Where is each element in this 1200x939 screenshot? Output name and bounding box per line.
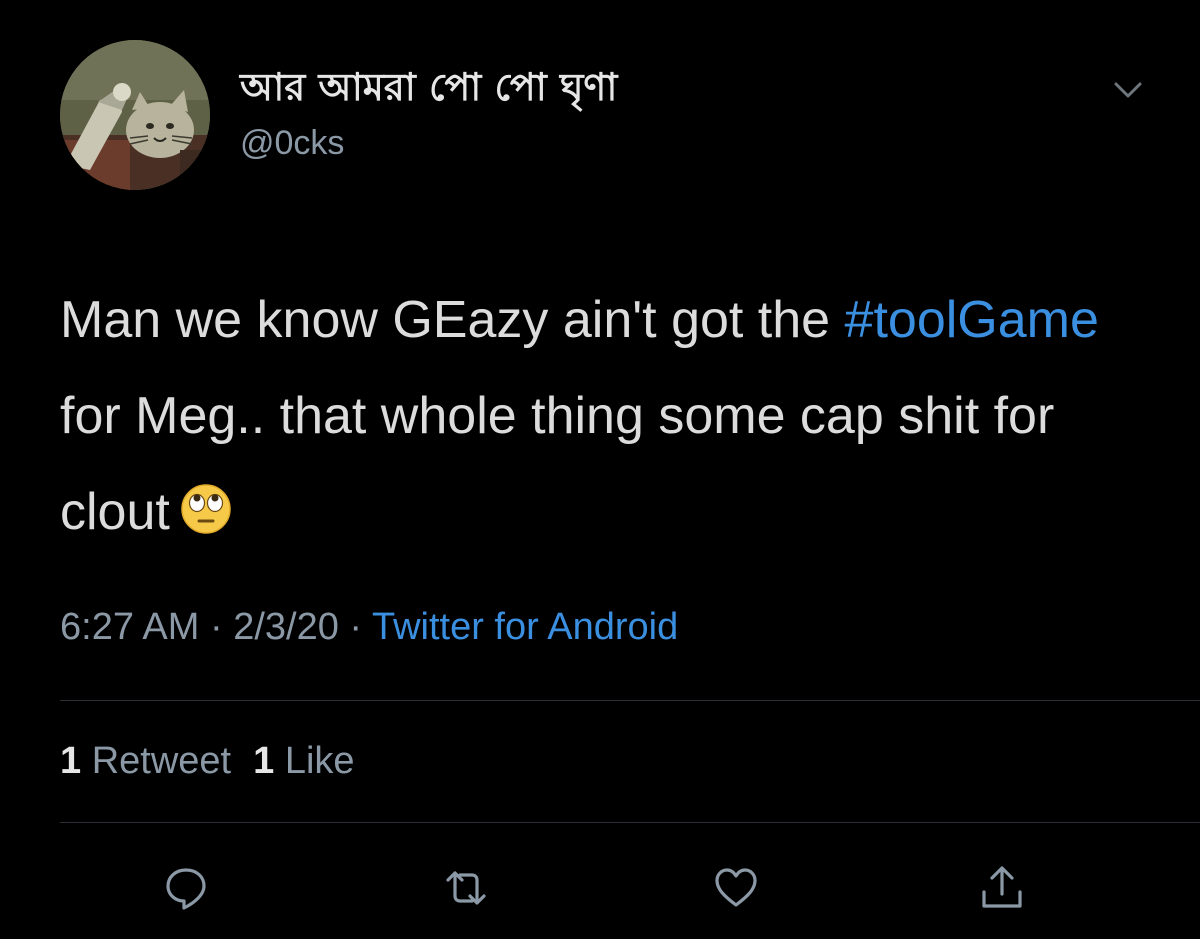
meta-separator: · bbox=[349, 606, 363, 648]
retweets-stat[interactable]: 1 Retweet bbox=[60, 740, 231, 782]
retweets-label: Retweet bbox=[91, 740, 232, 782]
retweets-count: 1 bbox=[60, 740, 82, 782]
tweet-date: 2/3/20 bbox=[233, 606, 339, 648]
tweet-stats: 1 Retweet 1 Like bbox=[60, 740, 355, 783]
tweet-card: আর আমরা পো পো ঘৃণা @0cks Man we know GEa… bbox=[0, 0, 1200, 939]
share-icon[interactable] bbox=[978, 864, 1026, 912]
likes-label: Like bbox=[284, 740, 355, 782]
tweet-time: 6:27 AM bbox=[60, 606, 200, 648]
avatar[interactable] bbox=[60, 40, 210, 190]
likes-count: 1 bbox=[253, 740, 275, 782]
like-icon[interactable] bbox=[712, 864, 760, 912]
face-with-rolling-eyes-icon bbox=[180, 470, 232, 534]
user-handle[interactable]: @0cks bbox=[240, 124, 344, 163]
tweet-text: Man we know GEazy ain't got the #toolGam… bbox=[60, 272, 1150, 560]
reply-icon[interactable] bbox=[162, 864, 210, 912]
retweet-icon[interactable] bbox=[442, 864, 490, 912]
tweet-text-part1: Man we know GEazy ain't got the bbox=[60, 291, 845, 349]
chevron-down-icon[interactable] bbox=[1108, 70, 1148, 110]
divider bbox=[60, 822, 1200, 823]
avatar-image bbox=[60, 40, 210, 190]
meta-separator: · bbox=[209, 606, 223, 648]
hashtag-link[interactable]: #toolGame bbox=[845, 291, 1099, 349]
tweet-source-link[interactable]: Twitter for Android bbox=[372, 606, 678, 648]
likes-stat[interactable]: 1 Like bbox=[253, 740, 354, 782]
tweet-meta: 6:27 AM · 2/3/20 · Twitter for Android bbox=[60, 606, 678, 649]
divider bbox=[60, 700, 1200, 701]
display-name[interactable]: আর আমরা পো পো ঘৃণা bbox=[240, 58, 617, 122]
